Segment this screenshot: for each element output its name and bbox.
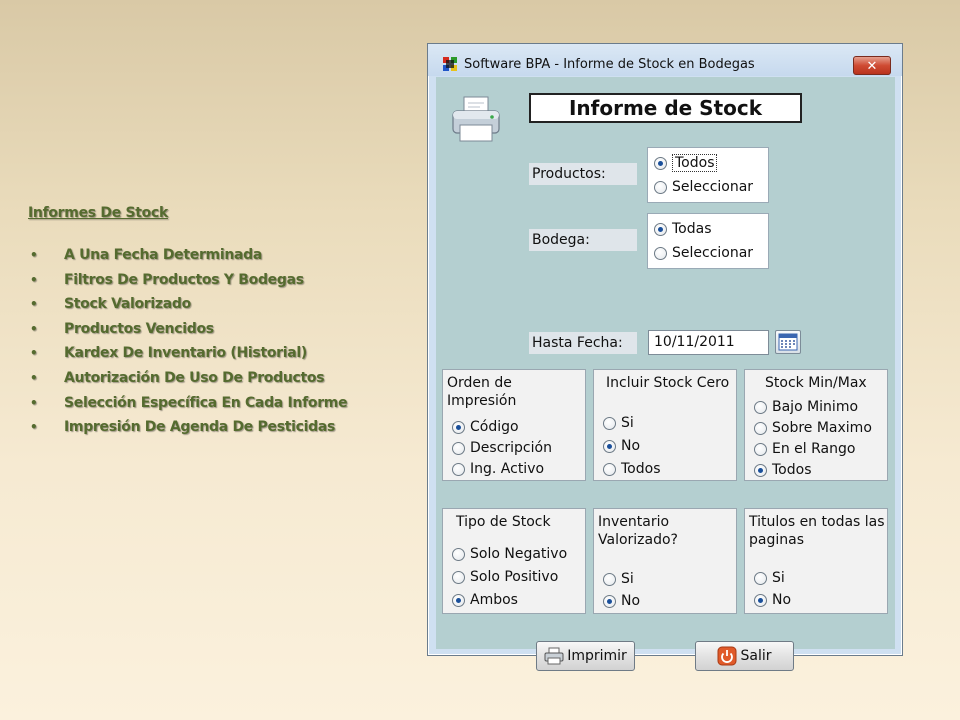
- radio-button[interactable]: [654, 246, 667, 260]
- group-title: Incluir Stock Cero: [606, 375, 730, 391]
- radio-button[interactable]: [452, 570, 465, 584]
- bullet-icon: •: [30, 321, 38, 336]
- productos-option-seleccionar[interactable]: Seleccionar: [654, 177, 753, 197]
- tipo-stock-group: Tipo de Stock Solo Negativo Solo Positiv…: [442, 508, 586, 614]
- radio-button[interactable]: [452, 547, 465, 561]
- power-icon: [717, 646, 737, 666]
- radio-button[interactable]: [603, 462, 616, 476]
- bullet-icon: •: [30, 370, 38, 385]
- slide-text-block: Informes De Stock • A Una Fecha Determina…: [28, 205, 408, 442]
- incluir-stock-cero-group: Incluir Stock Cero Si No Todos: [593, 369, 737, 481]
- radio-button-checked[interactable]: [452, 593, 465, 607]
- productos-label: Productos:: [529, 163, 637, 185]
- stock-cero-option-todos[interactable]: Todos: [603, 459, 660, 479]
- titulos-paginas-group: Titulos en todas las paginas Si No: [744, 508, 888, 614]
- orden-impresion-group: Orden de Impresión Código Descripción In…: [442, 369, 586, 481]
- print-button[interactable]: Imprimir: [536, 641, 635, 671]
- window-title: Software BPA - Informe de Stock en Bodeg…: [464, 57, 755, 72]
- report-title: Informe de Stock: [529, 93, 802, 123]
- list-item: • Stock Valorizado: [30, 296, 191, 313]
- radio-button[interactable]: [654, 180, 667, 194]
- printer-icon: [452, 96, 500, 142]
- radio-button[interactable]: [754, 571, 767, 585]
- valorizado-option-no[interactable]: No: [603, 591, 640, 611]
- printer-small-icon: [544, 647, 564, 665]
- exit-button[interactable]: Salir: [695, 641, 794, 671]
- group-title: Titulos en todas las paginas: [749, 514, 885, 548]
- radio-button-checked[interactable]: [654, 156, 667, 170]
- radio-button[interactable]: [754, 421, 767, 435]
- date-input[interactable]: 10/11/2011: [648, 330, 769, 355]
- bullet-icon: •: [30, 248, 38, 262]
- bullet-icon: •: [30, 346, 38, 361]
- radio-button-checked[interactable]: [452, 420, 465, 434]
- radio-button[interactable]: [452, 441, 465, 455]
- radio-button-checked[interactable]: [754, 463, 767, 477]
- titulos-option-no[interactable]: No: [754, 590, 791, 610]
- radio-button[interactable]: [603, 572, 616, 586]
- tipo-option-solo-positivo[interactable]: Solo Positivo: [452, 567, 558, 587]
- orden-option-codigo[interactable]: Código: [452, 417, 519, 437]
- close-button[interactable]: ✕: [853, 56, 891, 75]
- radio-button-checked[interactable]: [603, 594, 616, 608]
- group-title: Inventario Valorizado?: [598, 514, 678, 548]
- bullet-icon: •: [30, 420, 38, 435]
- radio-button-checked[interactable]: [654, 222, 667, 236]
- slide-heading: Informes De Stock: [28, 205, 168, 221]
- productos-option-todos[interactable]: Todos: [654, 153, 718, 173]
- stock-cero-option-si[interactable]: Si: [603, 413, 634, 433]
- list-item: • Productos Vencidos: [30, 320, 214, 337]
- valorizado-option-si[interactable]: Si: [603, 569, 634, 589]
- calendar-icon: [778, 333, 798, 351]
- bodega-radio-group: Todas Seleccionar: [647, 213, 769, 269]
- bodega-option-seleccionar[interactable]: Seleccionar: [654, 243, 753, 263]
- hasta-fecha-label: Hasta Fecha:: [529, 332, 637, 354]
- tipo-option-ambos[interactable]: Ambos: [452, 590, 518, 610]
- bullet-icon: •: [30, 272, 38, 287]
- productos-radio-group: Todos Seleccionar: [647, 147, 769, 203]
- window-titlebar[interactable]: Software BPA - Informe de Stock en Bodeg…: [428, 44, 902, 76]
- radio-button-checked[interactable]: [603, 439, 616, 453]
- tipo-option-solo-negativo[interactable]: Solo Negativo: [452, 544, 567, 564]
- radio-button-checked[interactable]: [754, 593, 767, 607]
- list-item: • Autorización De Uso De Productos: [30, 369, 325, 386]
- minmax-option-bajo-minimo[interactable]: Bajo Minimo: [754, 397, 858, 417]
- group-title: Tipo de Stock: [456, 514, 551, 530]
- list-item: • A Una Fecha Determinada: [30, 247, 263, 263]
- bodega-label: Bodega:: [529, 229, 637, 251]
- minmax-option-en-el-rango[interactable]: En el Rango: [754, 439, 855, 459]
- radio-button[interactable]: [754, 442, 767, 456]
- app-icon: [443, 57, 457, 71]
- group-title: Stock Min/Max: [765, 375, 867, 391]
- stock-min-max-group: Stock Min/Max Bajo Minimo Sobre Maximo E…: [744, 369, 888, 481]
- orden-option-ing-activo[interactable]: Ing. Activo: [452, 459, 544, 479]
- minmax-option-sobre-maximo[interactable]: Sobre Maximo: [754, 418, 872, 438]
- bodega-option-todas[interactable]: Todas: [654, 219, 712, 239]
- bullet-icon: •: [30, 395, 38, 410]
- minmax-option-todos[interactable]: Todos: [754, 460, 811, 480]
- radio-button[interactable]: [452, 462, 465, 476]
- group-title: Orden de Impresión: [447, 375, 517, 409]
- list-item: • Selección Específica En Cada Informe: [30, 394, 348, 411]
- list-item: • Kardex De Inventario (Historial): [30, 345, 308, 362]
- feature-list: • A Una Fecha Determinada • Filtros De Pro…: [28, 245, 408, 442]
- calendar-button[interactable]: [775, 330, 801, 354]
- radio-button[interactable]: [754, 400, 767, 414]
- titulos-option-si[interactable]: Si: [754, 568, 785, 588]
- bullet-icon: •: [30, 297, 38, 312]
- report-dialog: Software BPA - Informe de Stock en Bodeg…: [427, 43, 903, 671]
- window-client-area: Informe de Stock Productos: Todos Selecc…: [436, 77, 895, 671]
- radio-button[interactable]: [603, 416, 616, 430]
- list-item: • Filtros De Productos Y Bodegas: [30, 271, 304, 288]
- stock-cero-option-no[interactable]: No: [603, 436, 640, 456]
- orden-option-descripcion[interactable]: Descripción: [452, 438, 552, 458]
- list-item: • Impresión De Agenda De Pesticidas: [30, 419, 336, 436]
- inventario-valorizado-group: Inventario Valorizado? Si No: [593, 508, 737, 614]
